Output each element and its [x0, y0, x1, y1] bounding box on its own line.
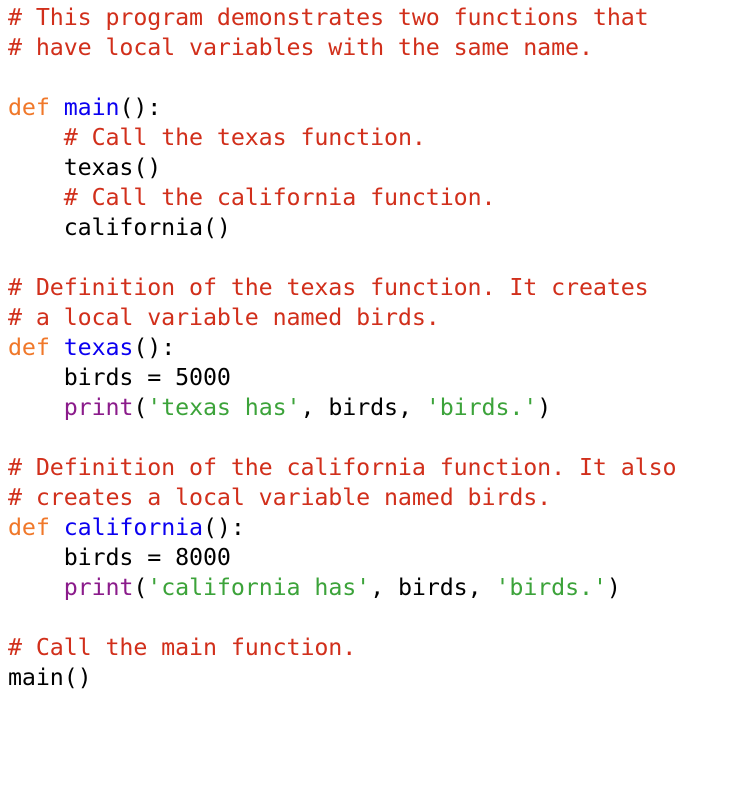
- comment-token: # Call the main function.: [8, 634, 357, 661]
- code-token: birds = 5000: [8, 364, 231, 391]
- builtin-token: print: [63, 394, 134, 421]
- code-line: print('california has', birds, 'birds.'): [8, 573, 676, 603]
- code-token: birds = 8000: [8, 544, 231, 571]
- code-line: texas(): [8, 153, 676, 183]
- code-token: ():: [119, 94, 162, 121]
- code-line: def main():: [8, 93, 676, 123]
- keyword-token: def: [8, 94, 50, 121]
- comment-token: # Call the texas function.: [63, 124, 426, 151]
- code-token: ():: [133, 334, 176, 361]
- code-token: texas(): [8, 154, 162, 181]
- keyword-token: def: [8, 334, 50, 361]
- code-line: def california():: [8, 513, 676, 543]
- comment-token: # creates a local variable named birds.: [8, 484, 552, 511]
- code-line: print('texas has', birds, 'birds.'): [8, 393, 676, 423]
- code-token: main(): [8, 664, 92, 691]
- code-token: california(): [8, 214, 231, 241]
- function-name-token: main: [63, 94, 120, 121]
- code-token: , birds,: [300, 394, 426, 421]
- string-token: 'birds.': [495, 574, 607, 601]
- code-line: # creates a local variable named birds.: [8, 483, 676, 513]
- code-line: main(): [8, 663, 676, 693]
- comment-token: # Call the california function.: [63, 184, 496, 211]
- code-token: ): [606, 574, 621, 601]
- code-token: (: [133, 394, 148, 421]
- code-line: # Call the texas function.: [8, 123, 676, 153]
- code-line: # a local variable named birds.: [8, 303, 676, 333]
- comment-token: # This program demonstrates two function…: [8, 4, 649, 31]
- string-token: 'birds.': [425, 394, 538, 421]
- code-listing: # This program demonstrates two function…: [8, 3, 677, 693]
- code-line: birds = 5000: [8, 363, 676, 393]
- code-token: ): [537, 394, 552, 421]
- code-line: # This program demonstrates two function…: [8, 3, 676, 33]
- keyword-token: def: [8, 514, 50, 541]
- string-token: 'california has': [147, 574, 371, 601]
- comment-token: # a local variable named birds.: [8, 304, 440, 331]
- code-token: (: [133, 574, 148, 601]
- code-line: birds = 8000: [8, 543, 676, 573]
- code-line: # have local variables with the same nam…: [8, 33, 676, 63]
- code-line: # Call the main function.: [8, 633, 676, 663]
- comment-token: # have local variables with the same nam…: [8, 34, 593, 61]
- comment-token: # Definition of the california function.…: [8, 454, 677, 481]
- code-line: # Definition of the california function.…: [8, 453, 677, 483]
- function-name-token: california: [63, 514, 203, 541]
- code-token: , birds,: [370, 574, 496, 601]
- code-line: # Call the california function.: [8, 183, 676, 213]
- code-line: def texas():: [8, 333, 676, 363]
- builtin-token: print: [63, 574, 134, 601]
- comment-token: # Definition of the texas function. It c…: [8, 274, 649, 301]
- string-token: 'texas has': [147, 394, 301, 421]
- code-line: california(): [8, 213, 676, 243]
- function-name-token: texas: [63, 334, 134, 361]
- code-token: ():: [202, 514, 245, 541]
- code-line: # Definition of the texas function. It c…: [8, 273, 676, 303]
